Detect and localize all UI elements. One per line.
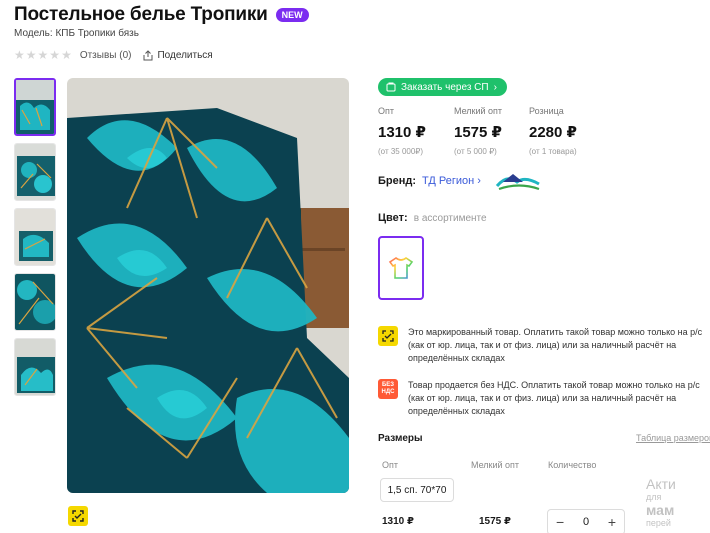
price-retail: Розница 2280 ₽ (от 1 товара): [529, 106, 605, 156]
color-swatch[interactable]: [378, 236, 424, 300]
column-header-opt: Опт: [382, 460, 398, 470]
size-table-link[interactable]: Таблица размеров: [636, 433, 710, 443]
share-button[interactable]: Поделиться: [143, 49, 213, 61]
price-label: Розница: [529, 106, 564, 116]
color-label: Цвет:: [378, 212, 408, 224]
watermark-line-3: мам: [646, 502, 675, 518]
chevron-right-icon: ›: [477, 175, 481, 187]
no-vat-icon: БЕЗ НДС: [378, 379, 398, 399]
column-header-small-opt: Мелкий опт: [471, 460, 520, 470]
reviews-link[interactable]: Отзывы (0): [80, 50, 132, 61]
price-note: (от 1 товара): [529, 147, 577, 156]
star-icon: ★: [49, 48, 61, 62]
marking-notice-text: Это маркированный товар. Оплатить такой …: [408, 327, 703, 363]
brand-link[interactable]: ТД Регион ›: [422, 175, 481, 187]
product-model: Модель: КПБ Тропики бязь: [14, 28, 139, 39]
order-button-label: Заказать через СП: [401, 81, 489, 93]
quantity-stepper: − 0 +: [547, 509, 625, 533]
marking-scan-icon: [68, 506, 88, 531]
price-value: 2280 ₽: [529, 124, 577, 141]
sizes-title: Размеры: [378, 433, 423, 444]
thumbnail-4[interactable]: [14, 273, 56, 331]
price-label: Опт: [378, 106, 394, 116]
price-note: (от 35 000₽): [378, 147, 424, 156]
share-label: Поделиться: [157, 49, 213, 61]
star-icon: ★: [61, 48, 72, 62]
star-icon: ★: [37, 48, 49, 62]
order-via-sp-button[interactable]: Заказать через СП ›: [378, 78, 507, 96]
column-header-quantity: Количество: [548, 460, 597, 470]
price-value: 1310 ₽: [378, 124, 426, 141]
watermark-line-4: перей: [646, 518, 671, 528]
price-wholesale: Опт 1310 ₽ (от 35 000₽): [378, 106, 454, 156]
brand-name: ТД Регион: [422, 175, 475, 187]
new-badge: NEW: [275, 8, 309, 22]
price-small-wholesale: Мелкий опт 1575 ₽ (от 5 000 ₽): [454, 106, 529, 156]
price-note: (от 5 000 ₽): [454, 147, 497, 156]
thumbnail-1[interactable]: [14, 78, 56, 136]
color-row: Цвет: в ассортименте: [378, 212, 487, 224]
brand-logo: [495, 174, 540, 191]
brand-row: Бренд: ТД Регион ›: [378, 170, 541, 192]
bedding-photo: [67, 78, 349, 493]
thumbnail-5[interactable]: [14, 338, 56, 396]
tshirt-icon: [388, 257, 414, 279]
row-price-small-opt: 1575 ₽: [479, 516, 511, 527]
star-icon: ★: [14, 48, 25, 62]
meta-row: ★ ★ ★ ★ ★ Отзывы (0) Поделиться: [14, 49, 213, 61]
marking-icon: [378, 326, 398, 346]
watermark-line-1: Акти: [646, 476, 676, 492]
price-label: Мелкий опт: [454, 106, 503, 116]
row-price-opt: 1310 ₽: [382, 516, 414, 527]
color-value: в ассортименте: [413, 213, 487, 224]
plus-button[interactable]: +: [608, 514, 616, 530]
thumbnail-list: [14, 78, 58, 403]
share-icon: [143, 49, 153, 60]
activation-watermark: Акти для мам перей: [646, 476, 676, 530]
no-vat-notice-text: Товар продается без НДС. Оплатить такой …: [408, 380, 700, 416]
title-row: Постельное белье Тропики NEW: [14, 4, 309, 26]
thumbnail-3[interactable]: [14, 208, 56, 266]
size-chip[interactable]: 1,5 сп. 70*70: [380, 478, 454, 502]
brand-label: Бренд:: [378, 175, 417, 187]
no-vat-notice: БЕЗ НДС Товар продается без НДС. Оплатит…: [378, 379, 708, 418]
price-value: 1575 ₽: [454, 124, 502, 141]
quantity-value[interactable]: 0: [583, 516, 589, 528]
star-icon: ★: [25, 48, 37, 62]
thumbnail-2[interactable]: [14, 143, 56, 201]
minus-button[interactable]: −: [556, 514, 564, 530]
cart-icon: [386, 82, 396, 92]
marking-notice: Это маркированный товар. Оплатить такой …: [378, 326, 708, 365]
main-product-photo[interactable]: [67, 78, 349, 493]
rating-stars: ★ ★ ★ ★ ★: [14, 49, 72, 61]
chevron-right-icon: ›: [493, 81, 497, 93]
price-block: Опт 1310 ₽ (от 35 000₽) Мелкий опт 1575 …: [378, 106, 605, 156]
page-title: Постельное белье Тропики: [14, 4, 268, 25]
